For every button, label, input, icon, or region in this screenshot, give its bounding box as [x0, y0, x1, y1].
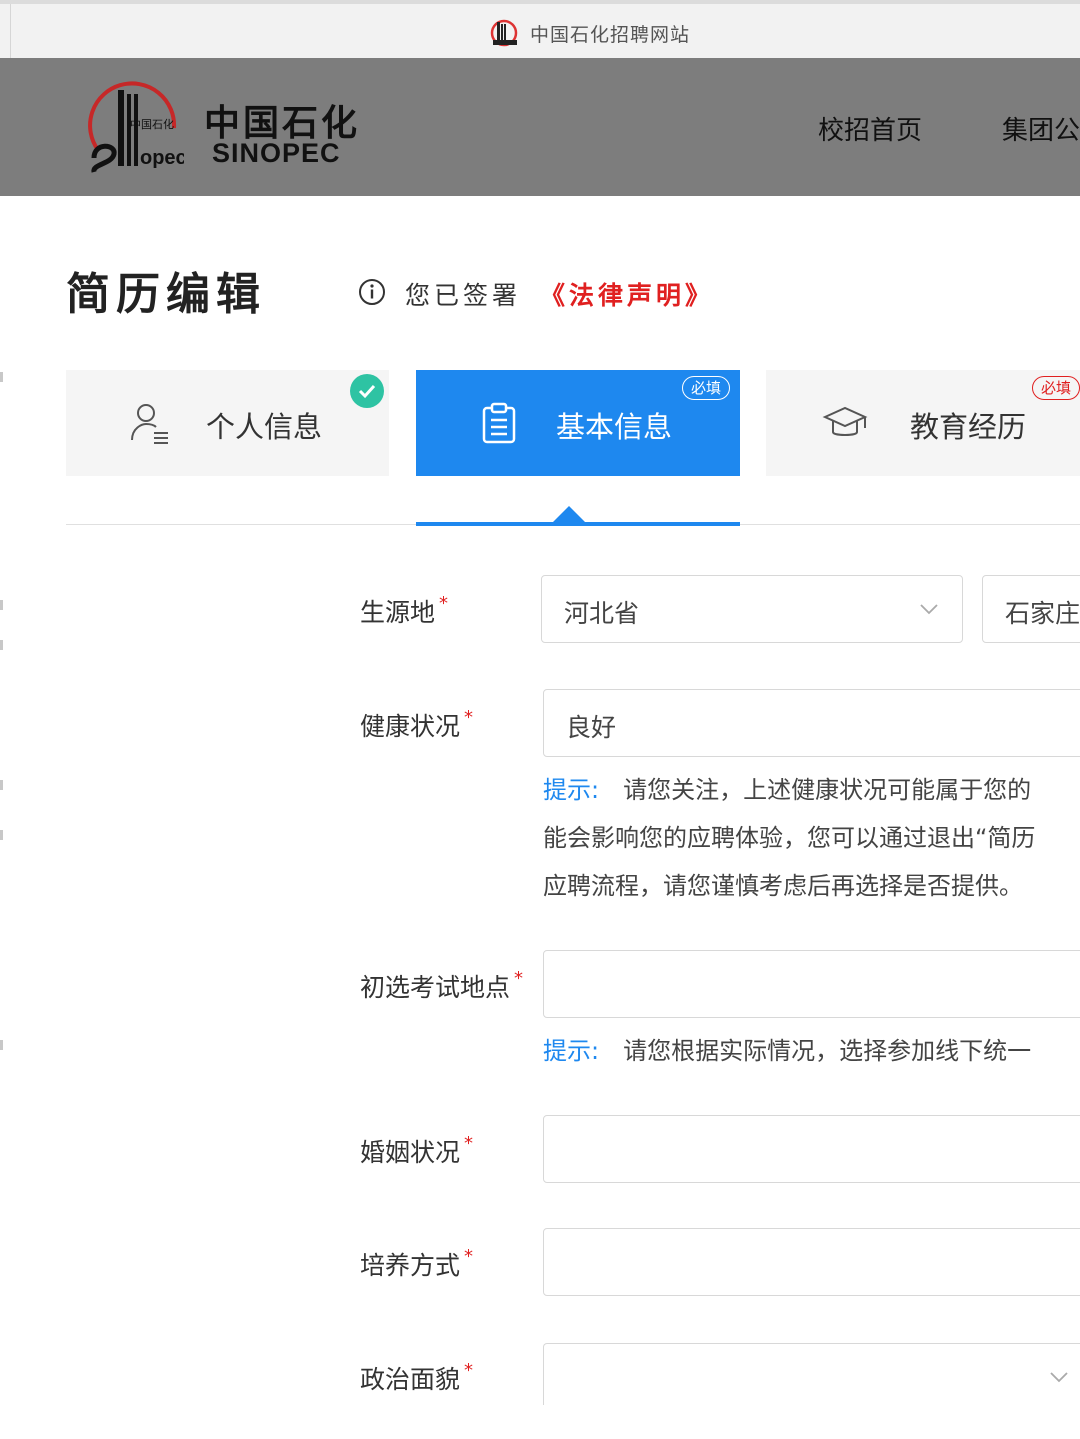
- logo-english-text: SINOPEC: [212, 138, 341, 168]
- chevron-down-icon: [1050, 1372, 1068, 1383]
- province-select[interactable]: 河北省: [541, 575, 963, 643]
- training-label: 培养方式 *: [360, 1246, 474, 1280]
- page-title: 简历编辑: [66, 269, 266, 320]
- training-select[interactable]: [543, 1228, 1080, 1296]
- active-tab-caret: [552, 506, 586, 523]
- tab-label: 教育经历: [910, 410, 1027, 444]
- required-badge: 必填: [682, 376, 731, 400]
- political-label: 政治面貌 *: [360, 1360, 474, 1394]
- health-label: 健康状况 *: [360, 707, 474, 741]
- sinopec-logo-icon: [490, 19, 518, 47]
- exam-location-select[interactable]: [543, 950, 1080, 1018]
- chevron-down-icon: [920, 604, 938, 615]
- tab-education[interactable]: 教育经历 必填: [766, 370, 1080, 476]
- health-value: 良好: [566, 713, 617, 742]
- health-input[interactable]: 良好: [543, 689, 1080, 757]
- hint-key: 提示:: [543, 1037, 600, 1065]
- browser-tab-title: 中国石化招聘网站: [530, 23, 691, 46]
- nav-group-company[interactable]: 集团公: [1002, 110, 1080, 147]
- browser-tab-bar: 中国石化招聘网站: [0, 0, 1080, 58]
- hint-line-1: 请您关注，上述健康状况可能属于您的: [623, 776, 1032, 804]
- political-select[interactable]: [543, 1343, 1080, 1405]
- exam-location-hint: 提示: 请您根据实际情况，选择参加线下统一: [543, 1027, 1031, 1075]
- tab-basic-info[interactable]: 基本信息 必填: [416, 370, 740, 476]
- person-list-icon: [131, 404, 168, 444]
- signed-notice: 您已签署: [405, 281, 522, 310]
- hint-key: 提示:: [543, 776, 600, 804]
- completed-check-icon: [350, 374, 384, 408]
- hint-line-2: 能会影响您的应聘体验，您可以通过退出“简历: [543, 824, 1036, 852]
- tab-personal-info[interactable]: 个人信息: [66, 370, 389, 476]
- origin-label: 生源地 *: [360, 593, 449, 627]
- province-value: 河北省: [564, 599, 640, 628]
- browser-tab[interactable]: 中国石化招聘网站: [488, 18, 690, 48]
- tab-divider: [10, 4, 11, 58]
- hint-line-3: 应聘流程，请您谨慎考虑后再选择是否提供。: [543, 872, 1023, 900]
- marital-label: 婚姻状况 *: [360, 1133, 474, 1167]
- hint-text: 请您根据实际情况，选择参加线下统一: [623, 1037, 1032, 1065]
- info-icon: [359, 279, 385, 305]
- graduation-cap-icon: [822, 406, 868, 436]
- health-hint: 提示: 请您关注，上述健康状况可能属于您的 能会影响您的应聘体验，您可以通过退出“…: [543, 766, 1035, 910]
- tab-label: 基本信息: [556, 410, 673, 444]
- sinopec-emblem-icon[interactable]: opec 中国石化: [88, 80, 184, 176]
- site-header: opec 中国石化 中国石化 SINOPEC 校招首页 集团公: [0, 58, 1080, 196]
- svg-text:opec: opec: [140, 147, 184, 169]
- tab-label: 个人信息: [206, 410, 323, 444]
- city-select[interactable]: 石家庄: [982, 575, 1080, 643]
- city-value: 石家庄: [1005, 599, 1080, 628]
- svg-text:中国石化: 中国石化: [130, 117, 174, 131]
- nav-campus-home[interactable]: 校招首页: [818, 110, 922, 147]
- legal-statement-link[interactable]: 《法律声明》: [540, 276, 714, 312]
- required-badge: 必填: [1032, 376, 1080, 400]
- exam-location-label: 初选考试地点 *: [360, 968, 524, 1002]
- clipboard-icon: [482, 402, 516, 444]
- marital-select[interactable]: [543, 1115, 1080, 1183]
